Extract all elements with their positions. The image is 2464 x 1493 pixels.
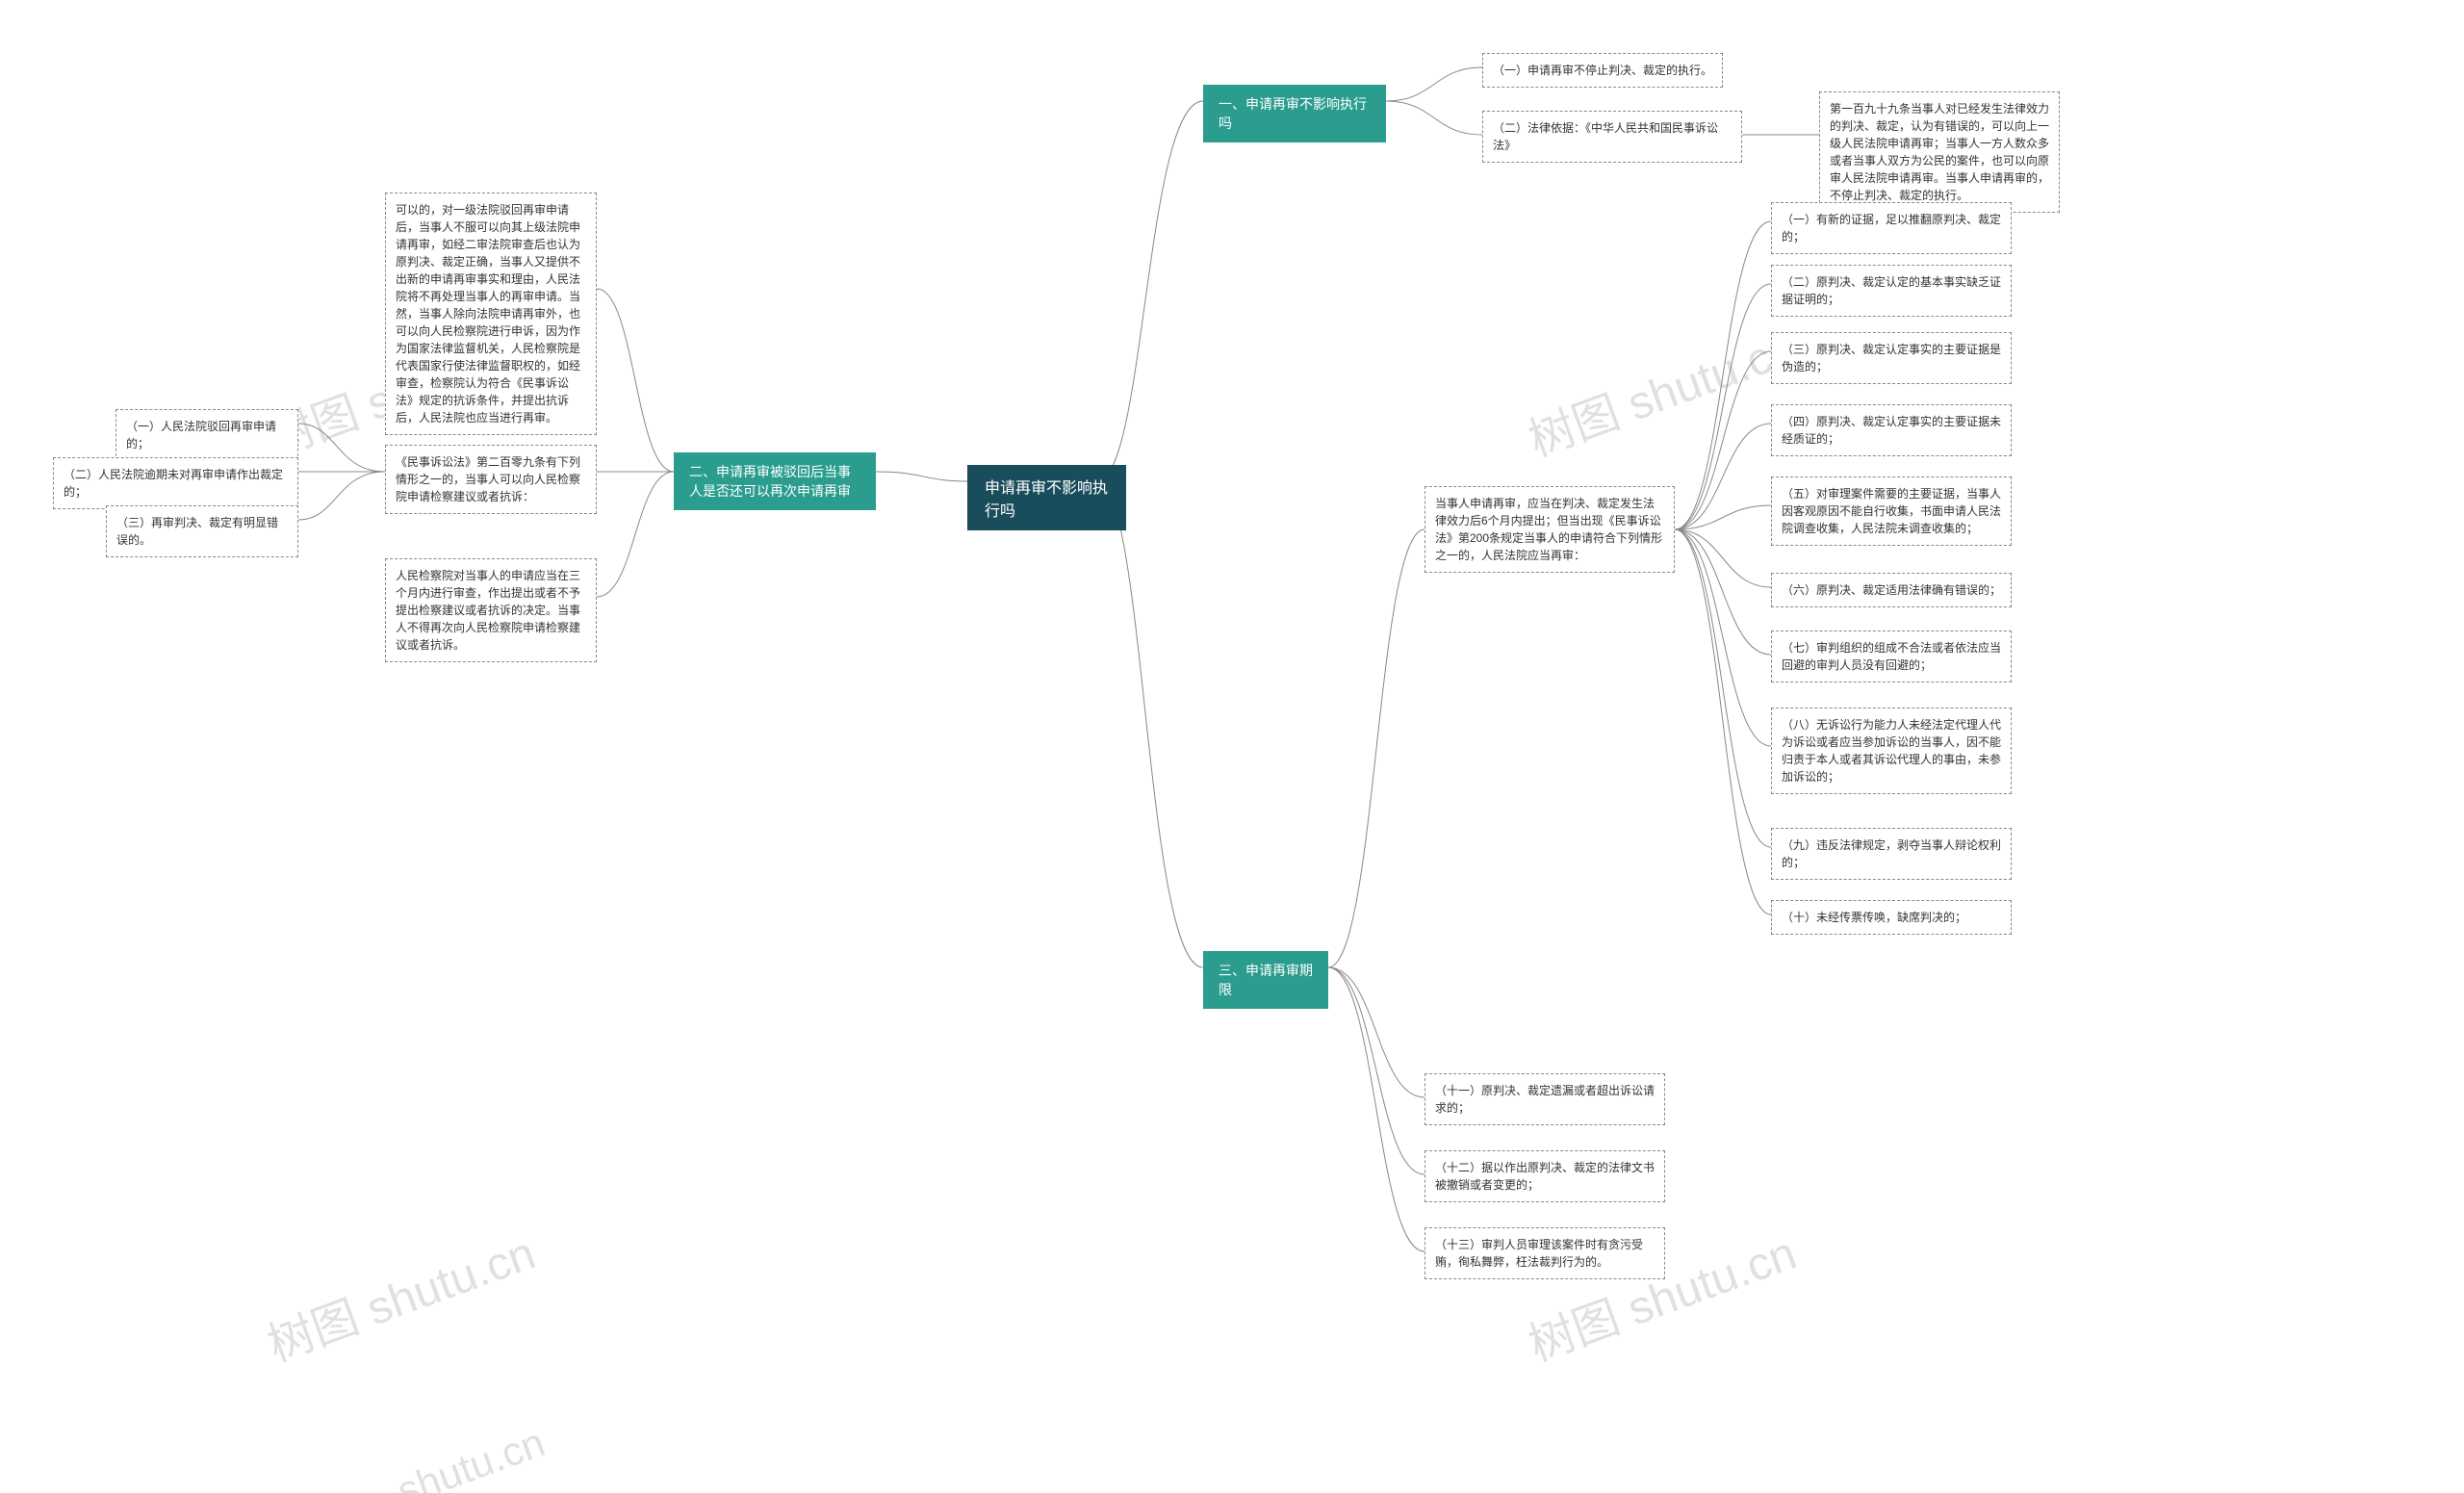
root-node: 申请再审不影响执行吗 (967, 465, 1126, 530)
watermark: shutu.cn (392, 1419, 552, 1493)
branch3-intro: 当事人申请再审，应当在判决、裁定发生法律效力后6个月内提出；但当出现《民事诉讼法… (1424, 486, 1675, 573)
branch3-item-12: （十二）据以作出原判决、裁定的法律文书被撤销或者变更的； (1424, 1150, 1665, 1202)
branch1-leaf-2: （二）法律依据：《中华人民共和国民事诉讼法》 (1482, 111, 1742, 163)
branch-3: 三、申请再审期限 (1203, 951, 1328, 1009)
branch3-item-13: （十三）审判人员审理该案件时有贪污受贿，徇私舞弊，枉法裁判行为的。 (1424, 1227, 1665, 1279)
branch3-item-4: （四）原判决、裁定认定事实的主要证据未经质证的； (1771, 404, 2012, 456)
connector-layer (0, 0, 2464, 1493)
branch3-item-6: （六）原判决、裁定适用法律确有错误的； (1771, 573, 2012, 607)
branch2-leaf-1: 可以的，对一级法院驳回再审申请后，当事人不服可以向其上级法院申请再审，如经二审法… (385, 193, 597, 435)
branch2-leaf-2: 《民事诉讼法》第二百零九条有下列情形之一的，当事人可以向人民检察院申请检察建议或… (385, 445, 597, 514)
branch3-item-8: （八）无诉讼行为能力人未经法定代理人代为诉讼或者应当参加诉讼的当事人，因不能归责… (1771, 708, 2012, 794)
branch3-item-10: （十）未经传票传唤，缺席判决的； (1771, 900, 2012, 935)
branch3-item-7: （七）审判组织的组成不合法或者依法应当回避的审判人员没有回避的； (1771, 631, 2012, 682)
branch3-item-1: （一）有新的证据，足以推翻原判决、裁定的； (1771, 202, 2012, 254)
branch2-leaf-2b: （二）人民法院逾期未对再审申请作出裁定的； (53, 457, 298, 509)
branch-2: 二、申请再审被驳回后当事人是否还可以再次申请再审 (674, 452, 876, 510)
branch-1: 一、申请再审不影响执行吗 (1203, 85, 1386, 142)
branch3-item-9: （九）违反法律规定，剥夺当事人辩论权利的； (1771, 828, 2012, 880)
branch1-leaf-2a: 第一百九十九条当事人对已经发生法律效力的判决、裁定，认为有错误的，可以向上一级人… (1819, 91, 2060, 213)
branch2-leaf-2a: （一）人民法院驳回再审申请的； (116, 409, 298, 461)
watermark: 树图 shutu.cn (1518, 310, 1804, 469)
branch3-item-2: （二）原判决、裁定认定的基本事实缺乏证据证明的； (1771, 265, 2012, 317)
branch3-item-5: （五）对审理案件需要的主要证据，当事人因客观原因不能自行收集，书面申请人民法院调… (1771, 476, 2012, 546)
branch3-item-3: （三）原判决、裁定认定事实的主要证据是伪造的； (1771, 332, 2012, 384)
branch1-leaf-1: （一）申请再审不停止判决、裁定的执行。 (1482, 53, 1723, 88)
branch2-leaf-2c: （三）再审判决、裁定有明显错误的。 (106, 505, 298, 557)
watermark: 树图 shutu.cn (257, 1215, 543, 1374)
branch3-item-11: （十一）原判决、裁定遗漏或者超出诉讼请求的； (1424, 1073, 1665, 1125)
branch2-leaf-3: 人民检察院对当事人的申请应当在三个月内进行审查，作出提出或者不予提出检察建议或者… (385, 558, 597, 662)
